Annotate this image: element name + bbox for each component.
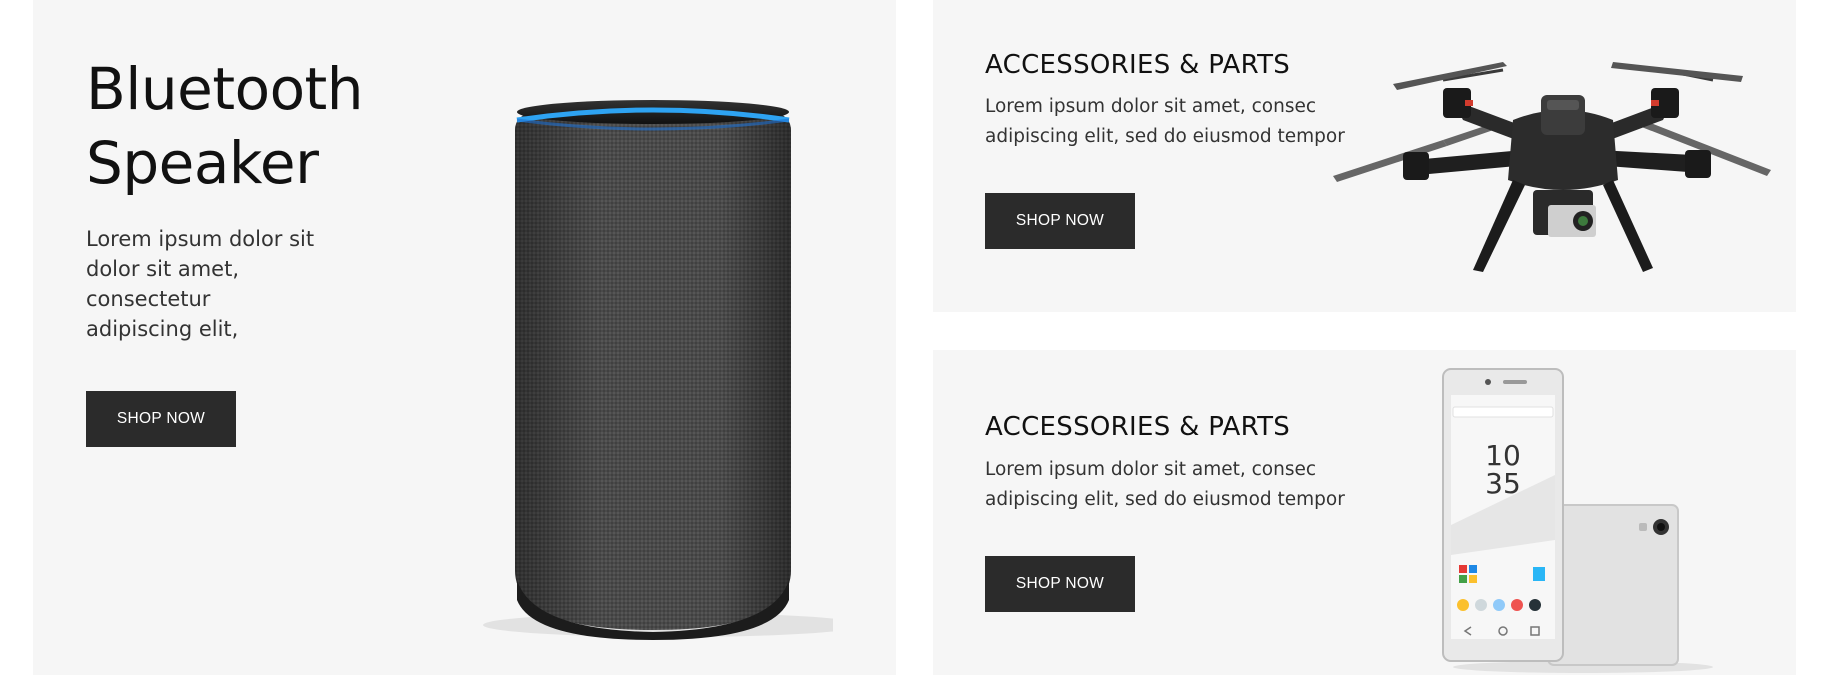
- banner-title-line: Speaker: [86, 129, 319, 197]
- banner-accessories-phone[interactable]: ACCESSORIES & PARTS Lorem ipsum dolor si…: [933, 350, 1796, 675]
- banner-description-line: Lorem ipsum dolor sit: [86, 227, 315, 251]
- banner-title: ACCESSORIES & PARTS: [985, 412, 1291, 442]
- banner-description-line: adipiscing elit, sed do eiusmod tempor: [985, 489, 1345, 510]
- banner-description: Lorem ipsum dolor sit amet, consec adipi…: [985, 455, 1365, 515]
- smart-speaker-image: [483, 100, 833, 640]
- drone-image: [1333, 62, 1771, 272]
- smartphone-image: 10 35: [1442, 368, 1713, 673]
- banner-description: Lorem ipsum dolor sit amet, consec adipi…: [985, 92, 1365, 152]
- banner-title: ACCESSORIES & PARTS: [985, 50, 1291, 80]
- banner-description-line: dolor sit amet,: [86, 257, 240, 281]
- shop-now-button[interactable]: SHOP NOW: [86, 391, 236, 447]
- banner-description-line: Lorem ipsum dolor sit amet, consec: [985, 96, 1317, 117]
- banner-description-line: Lorem ipsum dolor sit amet, consec: [985, 459, 1317, 480]
- banner-title: Bluetooth Speaker: [86, 52, 416, 200]
- banner-accessories-drone[interactable]: ACCESSORIES & PARTS Lorem ipsum dolor si…: [933, 0, 1796, 312]
- shop-now-button[interactable]: SHOP NOW: [985, 193, 1135, 249]
- banner-description-line: adipiscing elit, sed do eiusmod tempor: [985, 126, 1345, 147]
- banner-title-line: Bluetooth: [86, 55, 364, 123]
- banner-description-line: consectetur: [86, 287, 211, 311]
- banner-description-line: adipiscing elit,: [86, 317, 239, 341]
- banner-description: Lorem ipsum dolor sit dolor sit amet, co…: [86, 224, 376, 344]
- banner-bluetooth-speaker[interactable]: Bluetooth Speaker Lorem ipsum dolor sit …: [33, 0, 896, 675]
- shop-now-button[interactable]: SHOP NOW: [985, 556, 1135, 612]
